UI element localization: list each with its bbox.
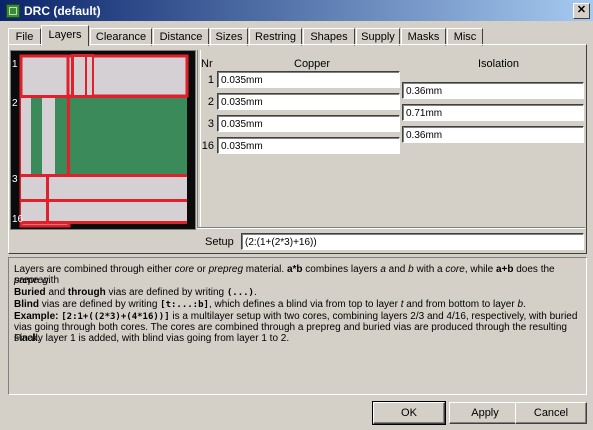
stack-label-1: 1 xyxy=(12,59,18,70)
isolation-field-1[interactable]: 0.36mm xyxy=(402,82,584,99)
copper-field-3[interactable]: 0.035mm xyxy=(217,115,400,132)
cancel-button[interactable]: Cancel xyxy=(515,402,587,424)
horizontal-divider xyxy=(197,227,585,229)
window-title: DRC (default) xyxy=(24,4,101,18)
isolation-field-2[interactable]: 0.71mm xyxy=(402,104,584,121)
close-icon[interactable]: ✕ xyxy=(573,3,590,19)
help-line-7: Finally layer 1 is added, with blind via… xyxy=(14,333,290,344)
help-text-box: Layers are combined through either core … xyxy=(8,257,587,395)
layer-stack-graphic xyxy=(11,51,195,229)
help-line-4: Blind vias are defined by writing [t:...… xyxy=(14,299,526,310)
copper-field-16[interactable]: 0.035mm xyxy=(217,137,400,154)
layer-nr-3: 3 xyxy=(207,118,214,130)
title-bar: DRC (default) ✕ xyxy=(0,0,593,21)
layer-nr-1: 1 xyxy=(207,74,214,86)
help-line-3: Buried and through vias are defined by w… xyxy=(14,287,257,298)
nr-header: Nr xyxy=(201,58,213,70)
apply-button[interactable]: Apply xyxy=(449,402,521,424)
app-icon xyxy=(6,4,20,18)
help-line-2: prepreg. xyxy=(14,275,52,286)
setup-label: Setup xyxy=(205,236,234,248)
stack-label-2: 2 xyxy=(12,98,18,109)
tab-layers[interactable]: Layers xyxy=(41,25,89,46)
ok-button[interactable]: OK xyxy=(372,401,446,425)
setup-input[interactable]: (2:(1+(2*3)+16)) xyxy=(241,233,584,250)
copper-field-2[interactable]: 0.035mm xyxy=(217,93,400,110)
stack-label-3: 3 xyxy=(12,174,18,185)
stack-label-16: 16 xyxy=(12,214,24,225)
copper-field-1[interactable]: 0.035mm xyxy=(217,71,400,88)
isolation-header: Isolation xyxy=(478,58,519,70)
layer-stack-preview: 1 2 3 16 xyxy=(10,50,196,230)
copper-header: Copper xyxy=(294,58,331,70)
layer-nr-16: 16 xyxy=(201,140,214,152)
isolation-field-3[interactable]: 0.36mm xyxy=(402,126,584,143)
layer-nr-2: 2 xyxy=(207,96,214,108)
